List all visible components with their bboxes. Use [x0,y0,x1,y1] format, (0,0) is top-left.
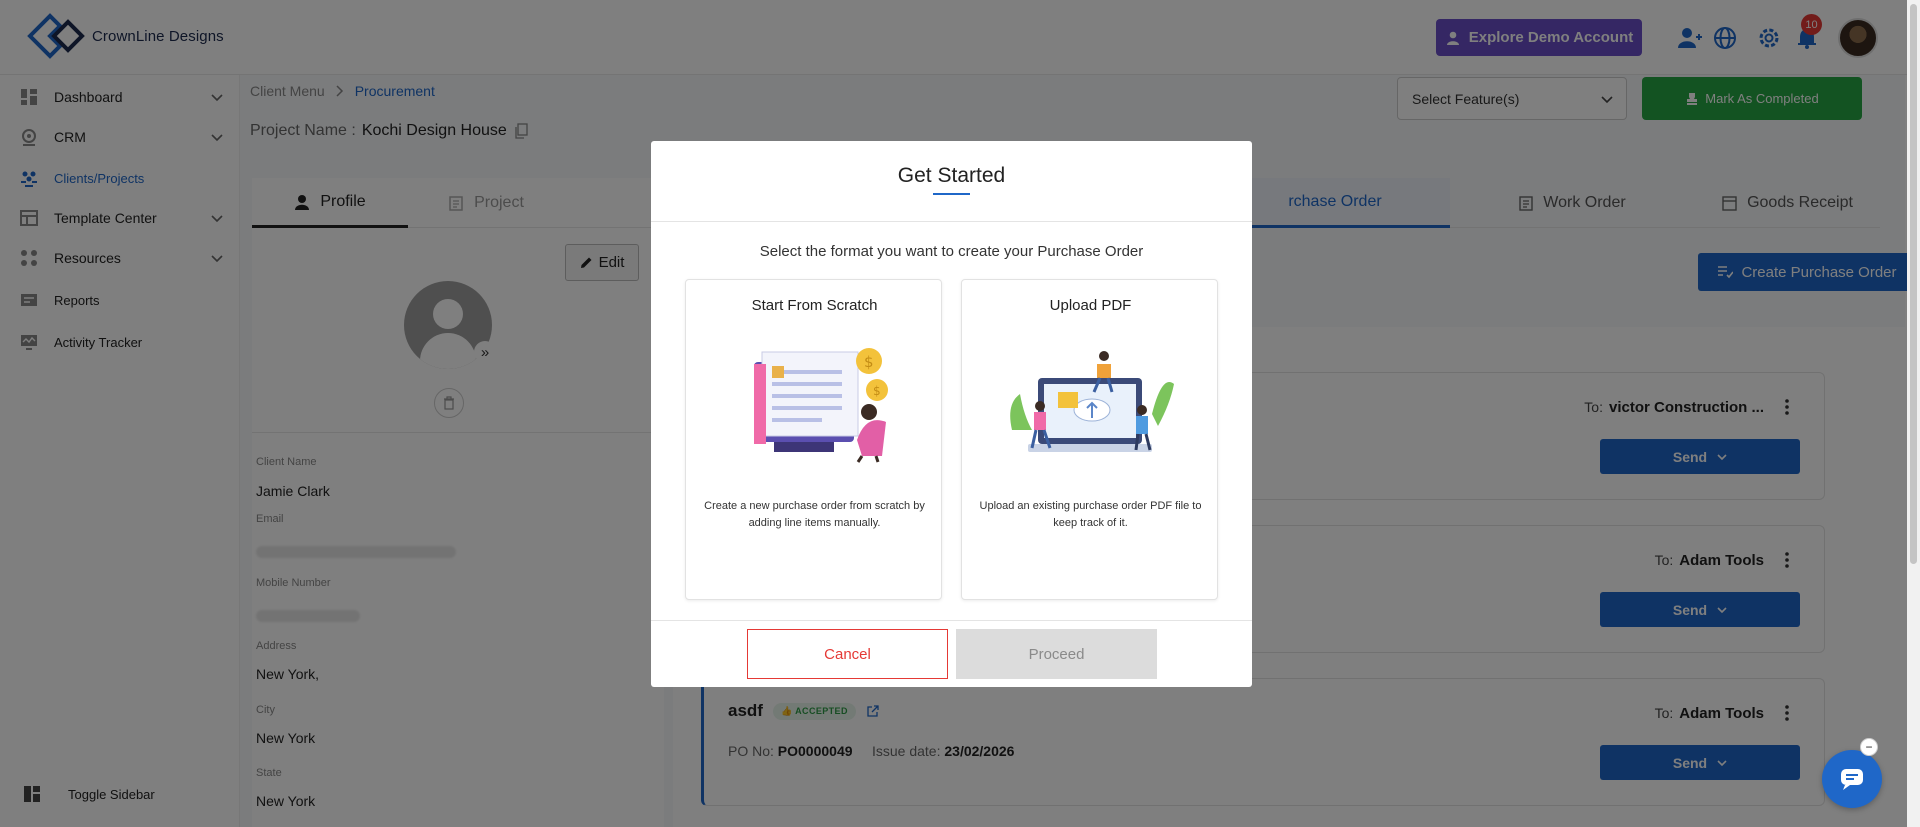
modal-title: Get Started [897,164,1006,187]
option-title: Start From Scratch [751,297,878,314]
option-upload-pdf[interactable]: Upload PDF Upload an existing purchase o… [961,279,1218,600]
option-start-from-scratch[interactable]: Start From Scratch $ $ Create a new purc… [685,279,942,600]
upload-illustration-icon [1010,351,1174,452]
scratch-illustration-icon: $ $ [754,348,888,463]
title-underline [933,193,970,195]
svg-text:$: $ [864,353,874,371]
page-scrollbar[interactable] [1907,0,1920,827]
get-started-modal: Get Started Select the format you want t… [651,141,1252,687]
modal-subtitle: Select the format you want to create you… [759,243,1144,260]
divider [651,620,1252,621]
proceed-button[interactable]: Proceed [956,629,1157,679]
divider [651,221,1252,222]
option-description: Create a new purchase order from scratch… [704,500,925,529]
minimize-chat-button[interactable]: − [1860,738,1878,756]
option-description: Upload an existing purchase order PDF fi… [979,500,1202,529]
chat-icon [1841,769,1863,790]
svg-text:$: $ [873,384,881,398]
option-title: Upload PDF [1049,297,1132,314]
cancel-button[interactable]: Cancel [747,629,948,679]
scrollbar-thumb[interactable] [1910,4,1917,564]
chat-button[interactable] [1822,750,1882,808]
